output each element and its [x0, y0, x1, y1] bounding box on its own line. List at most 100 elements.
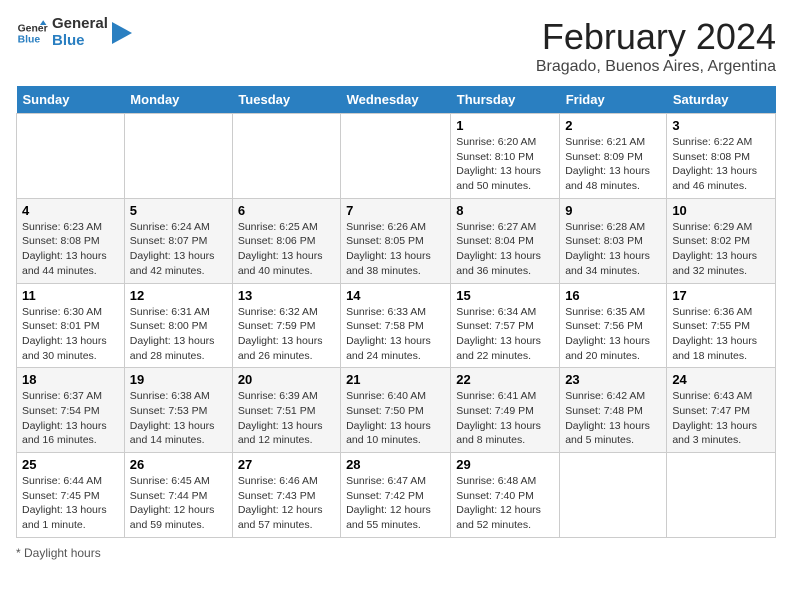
calendar-cell — [232, 114, 340, 199]
day-number: 15 — [456, 288, 554, 303]
day-info: Sunrise: 6:28 AM Sunset: 8:03 PM Dayligh… — [565, 220, 661, 279]
calendar-cell: 20Sunrise: 6:39 AM Sunset: 7:51 PM Dayli… — [232, 368, 340, 453]
day-info: Sunrise: 6:40 AM Sunset: 7:50 PM Dayligh… — [346, 389, 445, 448]
day-info: Sunrise: 6:23 AM Sunset: 8:08 PM Dayligh… — [22, 220, 119, 279]
calendar-cell — [124, 114, 232, 199]
calendar-cell — [341, 114, 451, 199]
day-number: 4 — [22, 203, 119, 218]
header: General Blue General Blue February 2024 … — [16, 16, 776, 76]
day-number: 2 — [565, 118, 661, 133]
day-info: Sunrise: 6:20 AM Sunset: 8:10 PM Dayligh… — [456, 135, 554, 194]
day-info: Sunrise: 6:39 AM Sunset: 7:51 PM Dayligh… — [238, 389, 335, 448]
day-number: 27 — [238, 457, 335, 472]
day-number: 21 — [346, 372, 445, 387]
day-number: 1 — [456, 118, 554, 133]
calendar-cell: 5 Sunrise: 6:24 AM Sunset: 8:07 PM Daylig… — [124, 198, 232, 283]
title-block: February 2024 Bragado, Buenos Aires, Arg… — [536, 16, 776, 76]
daylight-label: Daylight hours — [24, 546, 101, 560]
calendar-table: SundayMondayTuesdayWednesdayThursdayFrid… — [16, 86, 776, 538]
logo-icon: General Blue — [16, 17, 48, 49]
day-number: 14 — [346, 288, 445, 303]
svg-text:General: General — [18, 23, 48, 34]
logo: General Blue General Blue — [16, 16, 132, 49]
calendar-cell: 11 Sunrise: 6:30 AM Sunset: 8:01 PM Dayli… — [17, 283, 125, 368]
day-info: Sunrise: 6:34 AM Sunset: 7:57 PM Dayligh… — [456, 305, 554, 364]
day-number: 26 — [130, 457, 227, 472]
day-number: 11 — [22, 288, 119, 303]
calendar-cell: 6 Sunrise: 6:25 AM Sunset: 8:06 PM Daylig… — [232, 198, 340, 283]
day-info: Sunrise: 6:42 AM Sunset: 7:48 PM Dayligh… — [565, 389, 661, 448]
calendar-week-row: 25Sunrise: 6:44 AM Sunset: 7:45 PM Dayli… — [17, 453, 776, 538]
calendar-cell: 3 Sunrise: 6:22 AM Sunset: 8:08 PM Daylig… — [667, 114, 776, 199]
calendar-cell: 14 Sunrise: 6:33 AM Sunset: 7:58 PM Dayli… — [341, 283, 451, 368]
day-info: Sunrise: 6:22 AM Sunset: 8:08 PM Dayligh… — [672, 135, 770, 194]
calendar-cell: 23Sunrise: 6:42 AM Sunset: 7:48 PM Dayli… — [560, 368, 667, 453]
day-number: 18 — [22, 372, 119, 387]
logo-blue: Blue — [52, 33, 108, 50]
logo-arrow-icon — [112, 22, 132, 44]
weekday-header-thursday: Thursday — [451, 86, 560, 114]
day-info: Sunrise: 6:46 AM Sunset: 7:43 PM Dayligh… — [238, 474, 335, 533]
calendar-cell: 26 Sunrise: 6:45 AM Sunset: 7:44 PM Dayli… — [124, 453, 232, 538]
day-info: Sunrise: 6:21 AM Sunset: 8:09 PM Dayligh… — [565, 135, 661, 194]
day-number: 24 — [672, 372, 770, 387]
day-info: Sunrise: 6:38 AM Sunset: 7:53 PM Dayligh… — [130, 389, 227, 448]
calendar-cell: 18 Sunrise: 6:37 AM Sunset: 7:54 PM Dayli… — [17, 368, 125, 453]
day-info: Sunrise: 6:48 AM Sunset: 7:40 PM Dayligh… — [456, 474, 554, 533]
calendar-cell: 27 Sunrise: 6:46 AM Sunset: 7:43 PM Dayli… — [232, 453, 340, 538]
day-number: 7 — [346, 203, 445, 218]
day-info: Sunrise: 6:45 AM Sunset: 7:44 PM Dayligh… — [130, 474, 227, 533]
page-subtitle: Bragado, Buenos Aires, Argentina — [536, 58, 776, 76]
day-number: 25 — [22, 457, 119, 472]
day-info: Sunrise: 6:25 AM Sunset: 8:06 PM Dayligh… — [238, 220, 335, 279]
calendar-cell: 4 Sunrise: 6:23 AM Sunset: 8:08 PM Daylig… — [17, 198, 125, 283]
day-number: 29 — [456, 457, 554, 472]
day-info: Sunrise: 6:33 AM Sunset: 7:58 PM Dayligh… — [346, 305, 445, 364]
day-info: Sunrise: 6:27 AM Sunset: 8:04 PM Dayligh… — [456, 220, 554, 279]
day-info: Sunrise: 6:30 AM Sunset: 8:01 PM Dayligh… — [22, 305, 119, 364]
svg-text:Blue: Blue — [18, 34, 41, 45]
day-info: Sunrise: 6:31 AM Sunset: 8:00 PM Dayligh… — [130, 305, 227, 364]
day-number: 8 — [456, 203, 554, 218]
weekday-header-saturday: Saturday — [667, 86, 776, 114]
weekday-header-monday: Monday — [124, 86, 232, 114]
day-number: 19 — [130, 372, 227, 387]
calendar-cell — [17, 114, 125, 199]
calendar-cell: 1 Sunrise: 6:20 AM Sunset: 8:10 PM Daylig… — [451, 114, 560, 199]
calendar-cell: 17 Sunrise: 6:36 AM Sunset: 7:55 PM Dayli… — [667, 283, 776, 368]
day-number: 28 — [346, 457, 445, 472]
weekday-header-row: SundayMondayTuesdayWednesdayThursdayFrid… — [17, 86, 776, 114]
calendar-week-row: 18 Sunrise: 6:37 AM Sunset: 7:54 PM Dayli… — [17, 368, 776, 453]
calendar-cell: 7 Sunrise: 6:26 AM Sunset: 8:05 PM Daylig… — [341, 198, 451, 283]
day-number: 6 — [238, 203, 335, 218]
day-info: Sunrise: 6:37 AM Sunset: 7:54 PM Dayligh… — [22, 389, 119, 448]
weekday-header-wednesday: Wednesday — [341, 86, 451, 114]
day-info: Sunrise: 6:29 AM Sunset: 8:02 PM Dayligh… — [672, 220, 770, 279]
calendar-cell: 19 Sunrise: 6:38 AM Sunset: 7:53 PM Dayli… — [124, 368, 232, 453]
calendar-cell: 12 Sunrise: 6:31 AM Sunset: 8:00 PM Dayli… — [124, 283, 232, 368]
day-number: 17 — [672, 288, 770, 303]
calendar-week-row: 1 Sunrise: 6:20 AM Sunset: 8:10 PM Daylig… — [17, 114, 776, 199]
calendar-cell: 21 Sunrise: 6:40 AM Sunset: 7:50 PM Dayli… — [341, 368, 451, 453]
calendar-week-row: 11 Sunrise: 6:30 AM Sunset: 8:01 PM Dayli… — [17, 283, 776, 368]
day-number: 12 — [130, 288, 227, 303]
day-number: 13 — [238, 288, 335, 303]
page-title: February 2024 — [536, 16, 776, 58]
day-info: Sunrise: 6:24 AM Sunset: 8:07 PM Dayligh… — [130, 220, 227, 279]
day-number: 10 — [672, 203, 770, 218]
calendar-cell: 16Sunrise: 6:35 AM Sunset: 7:56 PM Dayli… — [560, 283, 667, 368]
day-number: 5 — [130, 203, 227, 218]
weekday-header-sunday: Sunday — [17, 86, 125, 114]
day-info: Sunrise: 6:26 AM Sunset: 8:05 PM Dayligh… — [346, 220, 445, 279]
day-info: Sunrise: 6:41 AM Sunset: 7:49 PM Dayligh… — [456, 389, 554, 448]
calendar-cell: 29 Sunrise: 6:48 AM Sunset: 7:40 PM Dayli… — [451, 453, 560, 538]
calendar-cell — [667, 453, 776, 538]
day-number: 9 — [565, 203, 661, 218]
calendar-week-row: 4 Sunrise: 6:23 AM Sunset: 8:08 PM Daylig… — [17, 198, 776, 283]
calendar-cell: 28Sunrise: 6:47 AM Sunset: 7:42 PM Dayli… — [341, 453, 451, 538]
day-info: Sunrise: 6:36 AM Sunset: 7:55 PM Dayligh… — [672, 305, 770, 364]
day-number: 3 — [672, 118, 770, 133]
weekday-header-tuesday: Tuesday — [232, 86, 340, 114]
logo-general: General — [52, 16, 108, 33]
day-info: Sunrise: 6:35 AM Sunset: 7:56 PM Dayligh… — [565, 305, 661, 364]
